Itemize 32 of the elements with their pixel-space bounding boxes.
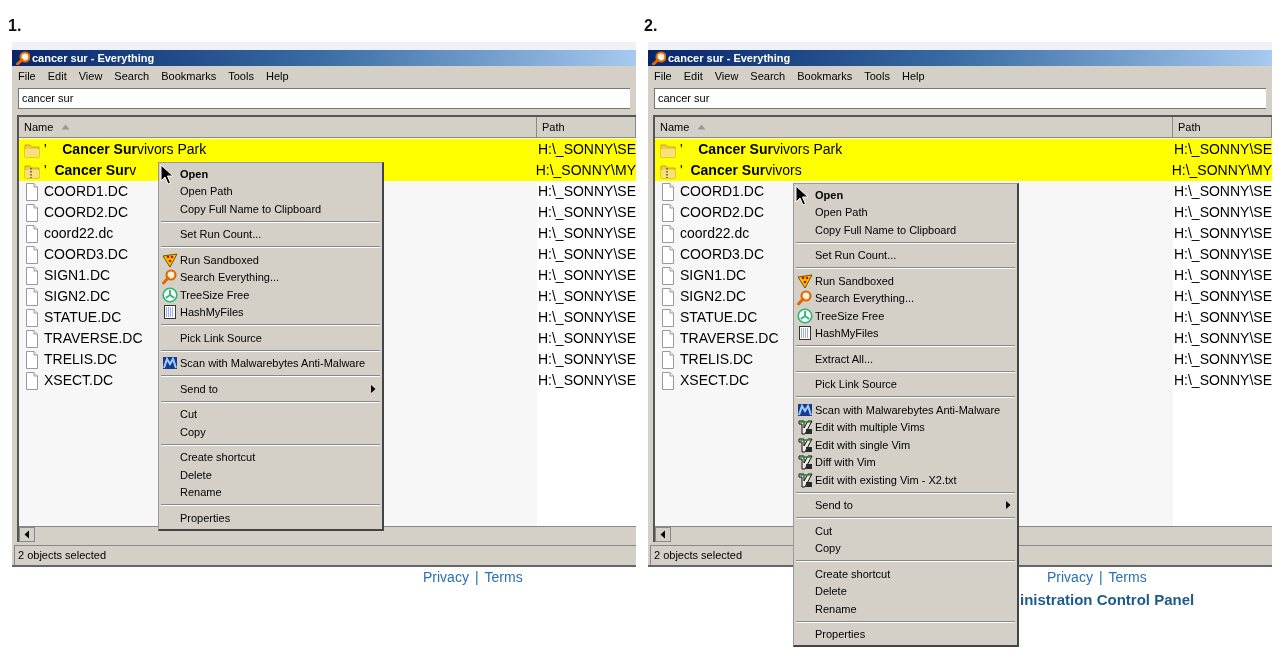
file-path: H:\_SONNY\SE <box>536 308 636 327</box>
file-path: H:\_SONNY\SE <box>1172 245 1272 264</box>
figure-label: 1. <box>8 17 22 34</box>
link-separator: | <box>1098 568 1103 587</box>
file-path: H:\_SONNY\SE <box>1172 182 1272 201</box>
file-path: H:\_SONNY\SE <box>536 329 636 348</box>
window-title: cancer sur - Everything <box>668 50 791 66</box>
file-path: H:\_SONNY\SE <box>1172 371 1272 390</box>
window-title: cancer sur - Everything <box>32 50 155 66</box>
file-path: H:\_SONNY\SE <box>536 182 636 201</box>
file-path: H:\_SONNY\SE <box>536 350 636 369</box>
file-path: H:\_SONNY\SE <box>1172 266 1272 285</box>
link-separator: | <box>474 568 479 587</box>
file-path: H:\_SONNY\SE <box>1172 224 1272 243</box>
file-path: H:\_SONNY\SE <box>536 266 636 285</box>
file-path: H:\_SONNY\SE <box>536 245 636 264</box>
file-path: H:\_SONNY\SE <box>536 140 636 159</box>
file-path: H:\_SONNY\SE <box>1172 350 1272 369</box>
file-path: H:\_SONNY\SE <box>536 287 636 306</box>
file-path: H:\_SONNY\SE <box>536 224 636 243</box>
status-bar: 2 objects selected <box>14 545 636 565</box>
file-path: H:\_SONNY\MY <box>1170 161 1272 180</box>
file-path: H:\_SONNY\SE <box>1172 203 1272 222</box>
file-path: H:\_SONNY\MY <box>534 161 636 180</box>
figure-label: 2. <box>644 17 658 34</box>
file-path: H:\_SONNY\SE <box>536 371 636 390</box>
file-path: H:\_SONNY\SE <box>1172 287 1272 306</box>
page-heading: inistration Control Panel <box>1020 590 1195 610</box>
file-path: H:\_SONNY\SE <box>1172 329 1272 348</box>
file-path: H:\_SONNY\SE <box>1172 308 1272 327</box>
file-path: H:\_SONNY\SE <box>536 203 636 222</box>
file-path: H:\_SONNY\SE <box>1172 140 1272 159</box>
